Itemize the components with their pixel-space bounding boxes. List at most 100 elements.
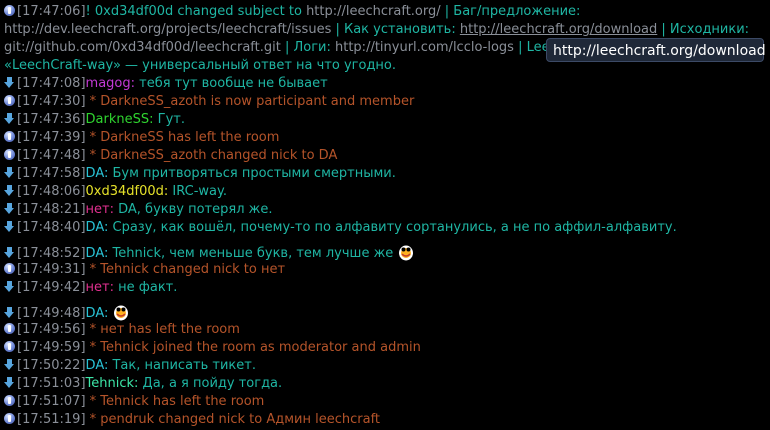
down-arrow-icon [4,359,15,370]
penguin-smiley-icon [114,305,129,321]
nick[interactable]: DA: [86,246,109,261]
nick[interactable]: DarkneSS: [86,112,154,127]
chat-message: [17:47:58]DA: Бум притворяться простыми … [4,165,396,183]
down-arrow-icon [4,77,15,88]
timestamp: [17:49:59] [17,340,86,355]
chat-message: [17:51:03]Tehnick: Да, а я пойду тогда. [4,375,282,393]
chat-message: [17:49:48]DA: [4,303,130,321]
nick[interactable]: нет: [86,280,114,295]
chat-message: [17:48:52]DA: Tehnick, чем меньше букв, … [4,243,415,261]
system-message-text: * DarkneSS_azoth changed nick to DA [85,148,338,163]
timestamp: [17:47:39] [17,130,86,145]
timestamp: [17:49:31] [17,262,86,277]
topic-link-logs[interactable]: http://tinyurl.com/lcclo-logs [335,40,514,55]
chat-message: [17:47:08]magog: тебя тут вообще не быва… [4,75,328,93]
topic-line: http://dev.leechcraft.org/projects/leech… [4,21,749,39]
chat-message: [17:48:06]0xd34df00d: IRC-way. [4,183,227,201]
nick[interactable]: нет: [86,202,114,217]
chat-message: [17:48:40]DA: Сразу, как вошёл, почему-т… [4,219,677,237]
nick[interactable]: magog: [86,76,135,91]
down-arrow-icon [4,185,15,196]
chat-message: [17:49:59] * Tehnick joined the room as … [4,339,421,357]
chat-message: [17:51:07] * Tehnick has left the room [4,393,264,411]
timestamp: [17:51:03] [17,376,86,391]
info-icon [4,263,15,274]
timestamp: [17:51:19] [17,412,86,427]
chat-message: [17:47:39] * DarkneSS has left the room [4,129,279,147]
topic-line: [17:47:06]! 0xd34df00d changed subject t… [4,3,580,21]
penguin-smiley-icon [399,245,414,261]
chat-message: [17:50:22]DA: Так, написать тикет. [4,357,256,375]
topic-link-home[interactable]: http://leechcraft.org/ [306,4,441,19]
nick[interactable]: DA: [86,358,109,373]
nick[interactable]: DA: [86,306,109,321]
message-text: Бум притворяться простыми смертными. [108,166,396,181]
timestamp: [17:47:48] [17,148,86,163]
message-text: Сразу, как вошёл, почему-то по алфавиту … [108,220,677,235]
chat-message: [17:47:30] * DarkneSS_azoth is now parti… [4,93,414,111]
chat-message: [17:47:36]DarkneSS: Гут. [4,111,185,129]
down-arrow-icon [4,203,15,214]
message-text: Tehnick, чем меньше букв, тем лучше же [108,246,394,261]
nick[interactable]: Tehnick: [86,376,139,391]
timestamp: [17:47:58] [17,166,86,181]
timestamp: [17:49:48] [17,306,86,321]
topic-separator: | Исходники: [657,22,750,37]
timestamp: [17:48:52] [17,246,86,261]
message-text: тебя тут вообще не бывает [135,76,328,91]
timestamp: [17:50:22] [17,358,86,373]
timestamp: [17:47:30] [17,94,86,109]
chat-message: [17:47:48] * DarkneSS_azoth changed nick… [4,147,337,165]
timestamp: [17:48:06] [17,184,86,199]
system-message-text: * DarkneSS has left the room [85,130,280,145]
topic-link-git[interactable]: git://github.com/0xd34df00d/leechcraft.g… [4,40,281,55]
message-text: Так, написать тикет. [108,358,256,373]
system-message-text: * Tehnick has left the room [85,394,265,409]
timestamp: [17:47:08] [17,76,86,91]
topic-link-issues[interactable]: http://dev.leechcraft.org/projects/leech… [4,22,331,37]
info-icon [4,5,15,16]
chat-message: [17:49:42]нет: не факт. [4,279,177,297]
down-arrow-icon [4,377,15,388]
timestamp: [17:48:40] [17,220,86,235]
timestamp: [17:47:06] [17,4,86,19]
info-icon [4,413,15,424]
chat-message: [17:49:56] * нет has left the room [4,321,240,339]
link-tooltip: http://leechcraft.org/download [546,38,766,62]
info-icon [4,395,15,406]
topic-separator: | Логи: [280,40,335,55]
info-icon [4,323,15,334]
timestamp: [17:49:56] [17,322,86,337]
down-arrow-icon [4,113,15,124]
chat-message: [17:51:19] * pendruk changed nick to Адм… [4,411,380,429]
system-message-text: * Tehnick joined the room as moderator a… [85,340,421,355]
timestamp: [17:48:21] [17,202,86,217]
nick[interactable]: DA: [86,166,109,181]
down-arrow-icon [4,307,15,318]
system-message-text: * Tehnick changed nick to нет [85,262,286,277]
system-message-text: * нет has left the room [85,322,240,337]
message-text: IRC-way. [168,184,227,199]
message-text: Да, а я пойду тогда. [138,376,283,391]
info-icon [4,131,15,142]
message-text: не факт. [113,280,178,295]
nick[interactable]: DA: [86,220,109,235]
message-text: Гут. [153,112,185,127]
topic-tail: «LeechCraft-way» — универсальный ответ н… [4,58,397,73]
nick[interactable]: 0xd34df00d: [86,184,169,199]
topic-line: «LeechCraft-way» — универсальный ответ н… [4,57,396,75]
topic-prefix: ! 0xd34df00d changed subject to [85,4,307,19]
system-message-text: * pendruk changed nick to Админ leechcra… [85,412,381,427]
topic-separator: | Баг/предложение: [440,4,581,19]
down-arrow-icon [4,281,15,292]
info-icon [4,95,15,106]
topic-line: git://github.com/0xd34df00d/leechcraft.g… [4,39,574,57]
topic-link-download[interactable]: http://leechcraft.org/download [460,22,657,37]
timestamp: [17:51:07] [17,394,86,409]
down-arrow-icon [4,167,15,178]
info-icon [4,341,15,352]
system-message-text: * DarkneSS_azoth is now participant and … [85,94,415,109]
down-arrow-icon [4,221,15,232]
chat-message: [17:48:21]нет: DA, букву потерял же. [4,201,273,219]
message-text: DA, букву потерял же. [113,202,273,217]
